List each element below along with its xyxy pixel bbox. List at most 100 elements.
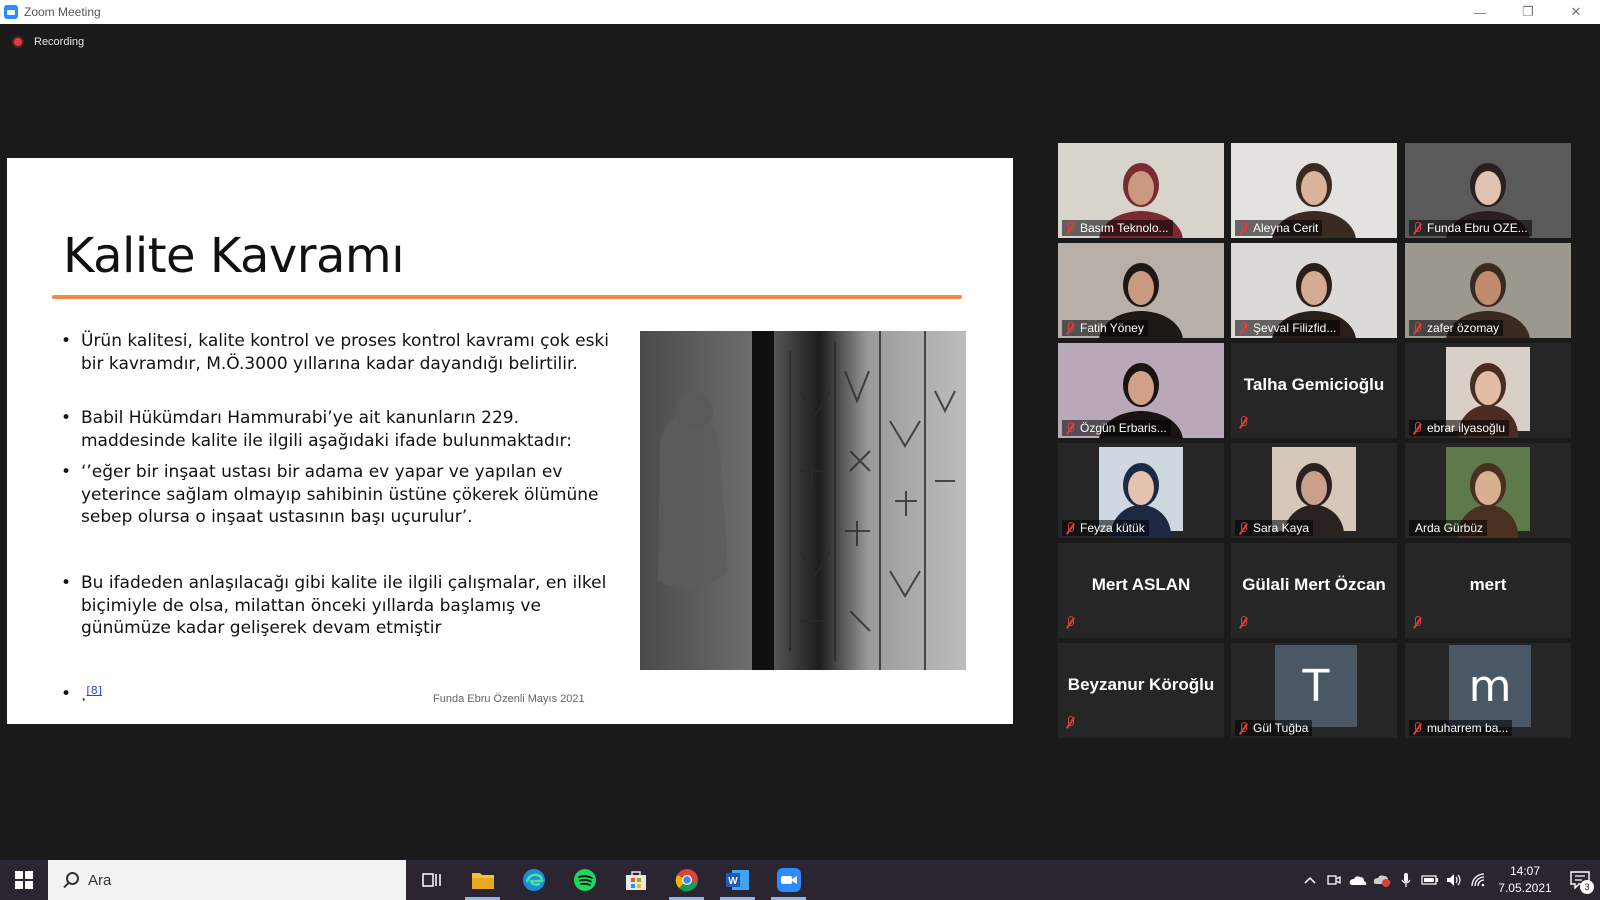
chrome-button[interactable]: [661, 860, 712, 900]
meet-now-icon[interactable]: [1322, 860, 1346, 900]
participant-display-name: Mert ASLAN: [1091, 575, 1191, 594]
participant-tile[interactable]: ebrar ilyasoğlu: [1405, 343, 1571, 438]
reference-bullet: .[8]: [59, 684, 102, 706]
wifi-icon[interactable]: [1466, 860, 1490, 900]
participant-name-bar: zafer özomay: [1409, 320, 1504, 336]
record-icon: [12, 36, 24, 48]
slide-footer: Funda Ebru Özenli Mayıs 2021: [433, 693, 585, 705]
participant-name: Funda Ebru OZE...: [1427, 221, 1528, 235]
task-view-icon: [421, 873, 441, 887]
participant-name: Şevval Filizfid...: [1253, 321, 1337, 335]
taskbar-clock[interactable]: 14:07 7.05.2021: [1490, 863, 1560, 897]
notification-center-button[interactable]: 3: [1560, 860, 1600, 900]
spotify-button[interactable]: [559, 860, 610, 900]
participant-tile[interactable]: T Gül Tuğba: [1231, 643, 1397, 738]
file-explorer-button[interactable]: [457, 860, 508, 900]
participant-tile[interactable]: Özgün Erbaris...: [1058, 343, 1224, 438]
volume-icon[interactable]: [1442, 860, 1466, 900]
bullet-1: Ürün kalitesi, kalite kontrol ve proses …: [59, 330, 619, 375]
search-icon: [62, 872, 79, 888]
participant-tile[interactable]: mert: [1405, 543, 1571, 638]
muted-mic-icon: [1238, 221, 1248, 235]
participant-tile[interactable]: Aleyna Cerit: [1231, 143, 1397, 238]
system-tray: 14:07 7.05.2021 3: [1298, 860, 1600, 900]
windows-taskbar: Ara W 14:07 7.05.2021 3: [0, 860, 1600, 900]
participant-name: zafer özomay: [1427, 321, 1500, 335]
microphone-icon[interactable]: [1394, 860, 1418, 900]
participant-tile[interactable]: m muharrem ba...: [1405, 643, 1571, 738]
participant-tile[interactable]: Feyza kütük: [1058, 443, 1224, 538]
participant-name-bar: Feyza kütük: [1062, 520, 1149, 536]
muted-mic-icon: [1235, 416, 1253, 434]
zoom-button[interactable]: [763, 860, 814, 900]
microsoft-store-button[interactable]: [610, 860, 661, 900]
recording-indicator[interactable]: Recording: [12, 36, 84, 48]
window-controls: — ❐ ✕: [1456, 0, 1600, 24]
muted-mic-icon: [1409, 616, 1427, 634]
participant-name: ebrar ilyasoğlu: [1427, 421, 1506, 435]
participant-initial: m: [1449, 645, 1531, 727]
participant-name: Feyza kütük: [1080, 521, 1145, 535]
task-view-button[interactable]: [406, 860, 457, 900]
participant-name: Arda Gürbüz: [1415, 521, 1484, 535]
muted-mic-icon: [1412, 321, 1422, 335]
restore-icon[interactable]: ❐: [1504, 0, 1552, 24]
svg-text:W: W: [728, 876, 738, 887]
muted-mic-icon: [1412, 721, 1422, 735]
participant-name: Aleyna Cerit: [1253, 221, 1319, 235]
bullet-3: ‘’eğer bir inşaat ustası bir adama ev ya…: [59, 461, 619, 529]
participant-tile[interactable]: Fatih Yöney: [1058, 243, 1224, 338]
hammurabi-stele-image: [640, 331, 966, 670]
participant-tile[interactable]: Funda Ebru OZE...: [1405, 143, 1571, 238]
close-icon[interactable]: ✕: [1552, 0, 1600, 24]
participant-tile[interactable]: Basım Teknolo...: [1058, 143, 1224, 238]
participant-name: muharrem ba...: [1427, 721, 1509, 735]
muted-mic-icon: [1238, 321, 1248, 335]
participant-initial: T: [1275, 645, 1357, 727]
clock-date: 7.05.2021: [1498, 881, 1552, 895]
slide-title: Kalite Kavramı: [63, 228, 405, 284]
muted-mic-icon: [1065, 221, 1075, 235]
participant-tile[interactable]: Beyzanur Köroğlu: [1058, 643, 1224, 738]
start-button[interactable]: [0, 860, 48, 900]
edge-browser-button[interactable]: [508, 860, 559, 900]
muted-mic-icon: [1065, 321, 1075, 335]
participant-name-bar: Gül Tuğba: [1235, 720, 1313, 736]
participant-name-bar: ebrar ilyasoğlu: [1409, 420, 1510, 436]
muted-mic-icon: [1238, 721, 1248, 735]
cloud-error-icon[interactable]: [1370, 860, 1394, 900]
title-bar: Zoom Meeting — ❐ ✕: [0, 0, 1600, 24]
participant-tile[interactable]: Talha Gemicioğlu: [1231, 343, 1397, 438]
spotify-icon: [573, 869, 596, 891]
participant-name: Basım Teknolo...: [1080, 221, 1169, 235]
participant-name: Özgün Erbaris...: [1080, 421, 1167, 435]
muted-mic-icon: [1238, 521, 1248, 535]
battery-icon[interactable]: [1418, 860, 1442, 900]
participant-tile[interactable]: Sara Kaya: [1231, 443, 1397, 538]
minimize-icon[interactable]: —: [1456, 0, 1504, 24]
participant-name: Sara Kaya: [1253, 521, 1310, 535]
reference-link[interactable]: [8]: [86, 684, 102, 697]
muted-mic-icon: [1065, 421, 1075, 435]
muted-mic-icon: [1412, 421, 1422, 435]
recording-label: Recording: [34, 36, 85, 48]
window-title: Zoom Meeting: [24, 5, 101, 19]
onedrive-icon[interactable]: [1346, 860, 1370, 900]
participant-tile[interactable]: Şevval Filizfid...: [1231, 243, 1397, 338]
zoom-icon: [776, 868, 801, 892]
muted-mic-icon: [1065, 521, 1075, 535]
participant-tile[interactable]: zafer özomay: [1405, 243, 1571, 338]
participant-display-name: Gülali Mert Özcan: [1242, 575, 1386, 594]
participant-tile[interactable]: Arda Gürbüz: [1405, 443, 1571, 538]
muted-mic-icon: [1062, 616, 1080, 634]
windows-logo-icon: [15, 871, 33, 889]
participant-name-bar: muharrem ba...: [1409, 720, 1513, 736]
bullet-4: Bu ifadeden anlaşılacağı gibi kalite ile…: [59, 572, 619, 640]
taskbar-search[interactable]: Ara: [48, 860, 406, 900]
participant-tile[interactable]: Mert ASLAN: [1058, 543, 1224, 638]
participant-display-name: Beyzanur Köroğlu: [1067, 675, 1215, 694]
word-button[interactable]: W: [712, 860, 763, 900]
participant-tile[interactable]: Gülali Mert Özcan: [1231, 543, 1397, 638]
chevron-up-icon[interactable]: [1298, 860, 1322, 900]
participant-name-bar: Fatih Yöney: [1062, 320, 1148, 336]
